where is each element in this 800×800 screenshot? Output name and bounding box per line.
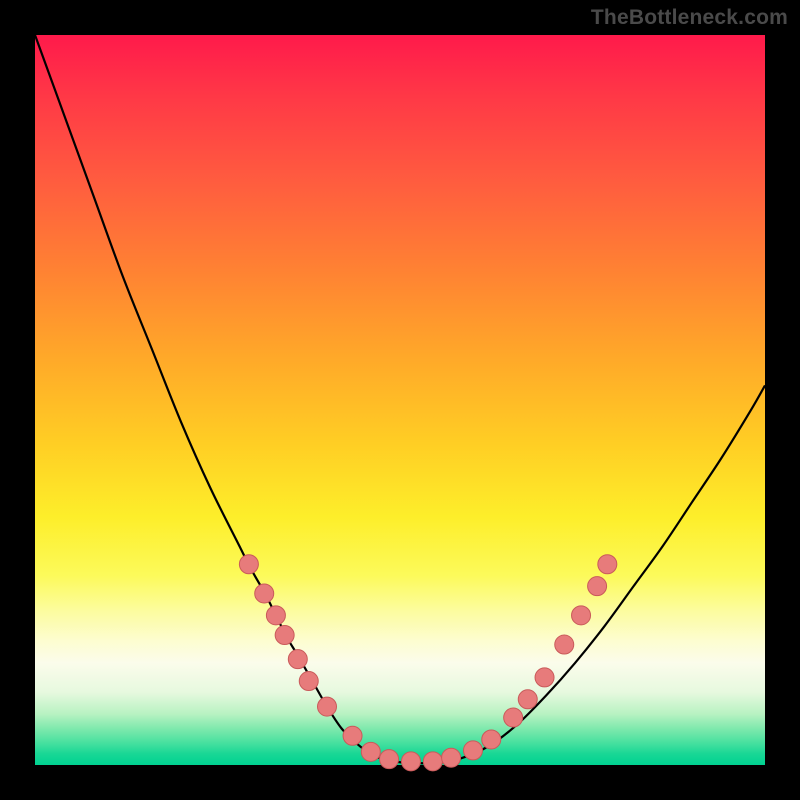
data-point (535, 668, 554, 687)
data-point (598, 555, 617, 574)
data-point (504, 708, 523, 727)
data-point (239, 555, 258, 574)
data-point (343, 726, 362, 745)
data-point (588, 577, 607, 596)
bottleneck-curve (35, 35, 765, 763)
data-point (442, 748, 461, 767)
plot-area (35, 35, 765, 765)
watermark-text: TheBottleneck.com (591, 6, 788, 30)
chart-stage: TheBottleneck.com (0, 0, 800, 800)
data-point (572, 606, 591, 625)
data-point (380, 750, 399, 769)
data-points-group (239, 555, 616, 771)
data-point (518, 690, 537, 709)
data-point (299, 672, 318, 691)
data-point (401, 752, 420, 771)
data-point (266, 606, 285, 625)
chart-svg (35, 35, 765, 765)
data-point (288, 650, 307, 669)
data-point (464, 741, 483, 760)
data-point (482, 730, 501, 749)
data-point (255, 584, 274, 603)
data-point (555, 635, 574, 654)
data-point (361, 742, 380, 761)
data-point (275, 626, 294, 645)
data-point (423, 752, 442, 771)
data-point (318, 697, 337, 716)
